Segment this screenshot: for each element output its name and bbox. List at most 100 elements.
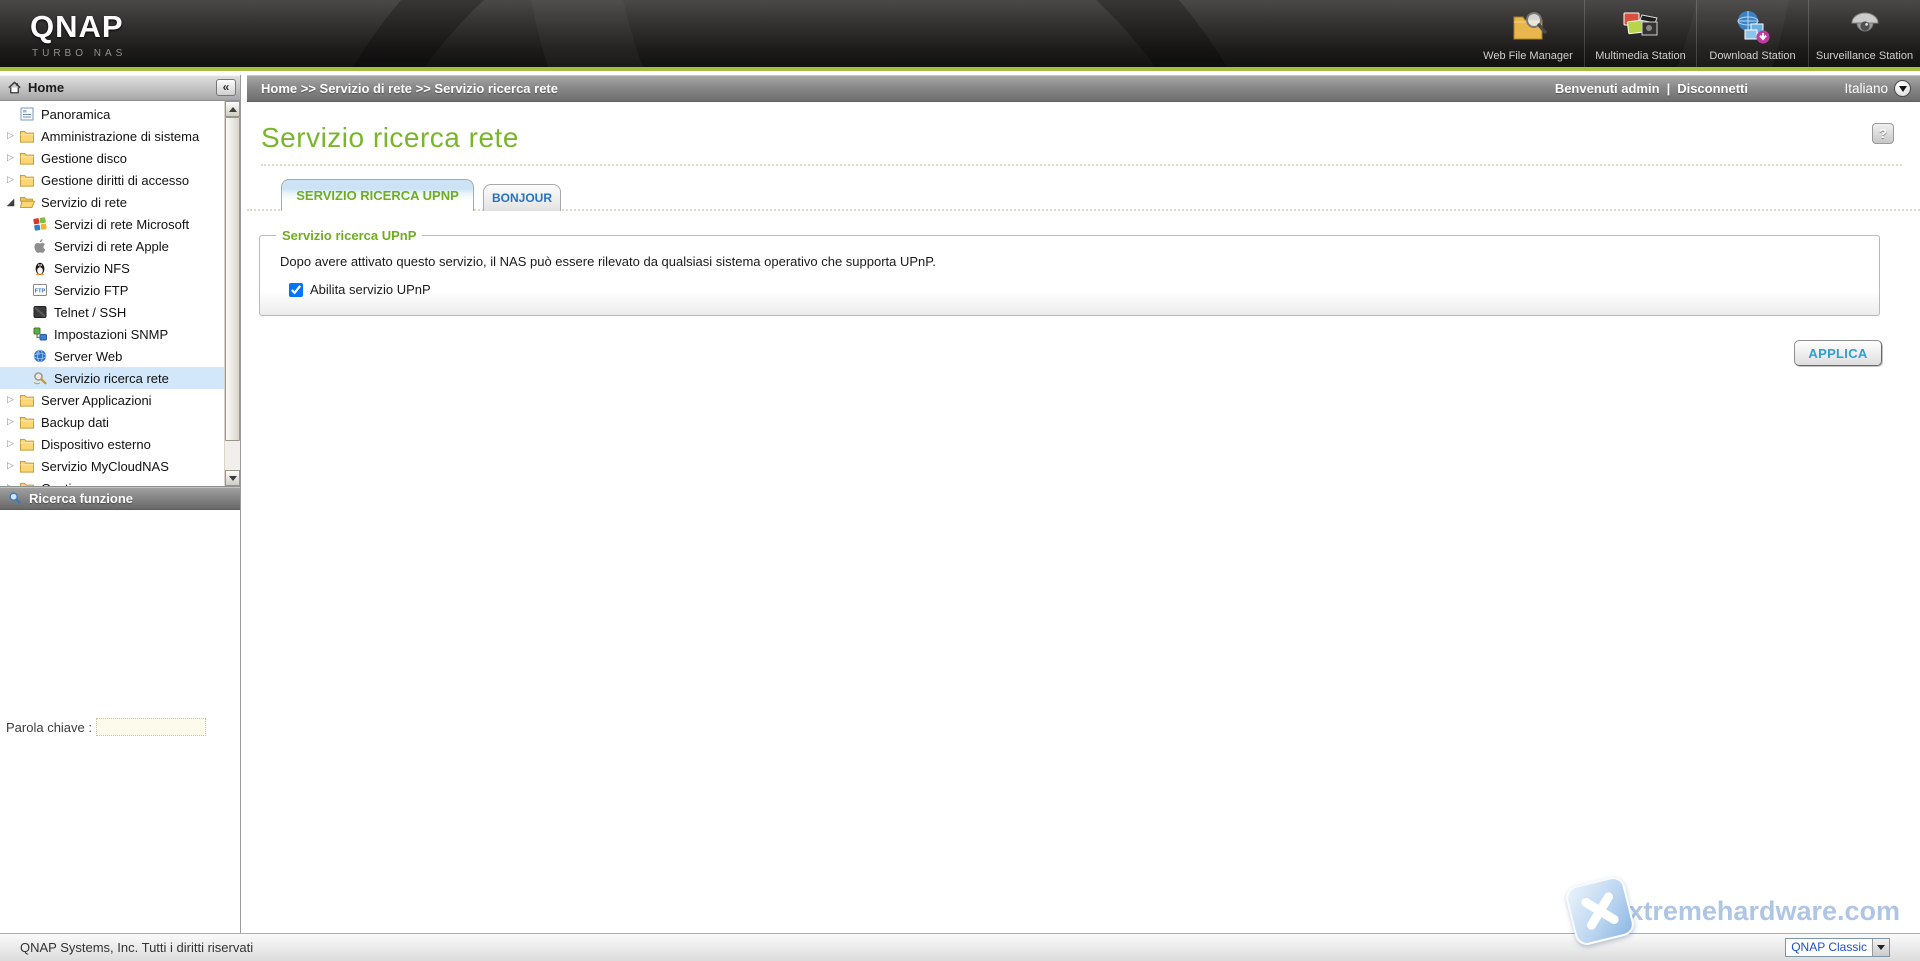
tree-item[interactable]: Panoramica	[0, 103, 224, 125]
welcome-text: Benvenuti admin	[1555, 81, 1660, 96]
keyword-input[interactable]	[96, 718, 206, 736]
apply-row: APPLICA	[247, 340, 1882, 366]
folder-icon	[19, 436, 35, 452]
nav-tree: Panoramica ▷ Amministrazione di sistema …	[0, 103, 224, 486]
tree-item[interactable]: Servizio ricerca rete	[0, 367, 224, 389]
sidebar-header: Home «	[0, 75, 240, 101]
station-download-station[interactable]: Download Station	[1696, 0, 1808, 67]
breadcrumb: Home >> Servizio di rete >> Servizio ric…	[261, 81, 558, 96]
tree-item-label: Gestione disco	[41, 151, 127, 166]
tree-arrow-icon[interactable]: ▷	[4, 483, 17, 486]
tree-item-label: Servizio FTP	[54, 283, 128, 298]
copyright-text: QNAP Systems, Inc. Tutti i diritti riser…	[20, 934, 1920, 961]
tree-item-label: Telnet / SSH	[54, 305, 126, 320]
station-multimedia-station[interactable]: Multimedia Station	[1584, 0, 1696, 67]
apple-icon	[32, 238, 48, 254]
linux-icon	[32, 260, 48, 276]
station-list: Web File Manager Multimedia Station Down…	[1472, 0, 1920, 67]
net-search-icon	[32, 370, 48, 386]
title-divider	[261, 164, 1902, 166]
tree-item-label: Server Web	[54, 349, 122, 364]
function-search-title: Ricerca funzione	[29, 491, 133, 506]
tree-item[interactable]: Telnet / SSH	[0, 301, 224, 323]
tab-servizio-ricerca-upnp[interactable]: SERVIZIO RICERCA UPNP	[281, 179, 474, 211]
tree-item[interactable]: ▷ Gestione diritti di accesso	[0, 169, 224, 191]
tree-item[interactable]: ▷ Dispositivo esterno	[0, 433, 224, 455]
logout-link[interactable]: Disconnetti	[1677, 81, 1748, 96]
scroll-up-button[interactable]	[225, 101, 240, 117]
tree-arrow-icon[interactable]: ◢	[4, 197, 17, 208]
tree-item[interactable]: Impostazioni SNMP	[0, 323, 224, 345]
dropdown-arrow-icon[interactable]	[1872, 939, 1889, 956]
globe-icon	[32, 348, 48, 364]
tab-strip: SERVIZIO RICERCA UPNP BONJOUR	[247, 178, 1920, 211]
tree-item[interactable]: ▷ Servizio MyCloudNAS	[0, 455, 224, 477]
function-search-header: Ricerca funzione	[0, 486, 240, 510]
tree-arrow-icon[interactable]: ▷	[4, 153, 17, 163]
upnp-checkbox[interactable]	[289, 283, 303, 297]
tree-arrow-icon[interactable]: ▷	[4, 395, 17, 405]
tree-item[interactable]: ◢ Servizio di rete	[0, 191, 224, 213]
tree-scrollbar[interactable]	[224, 101, 240, 486]
main-area: Home >> Servizio di rete >> Servizio ric…	[242, 75, 1920, 933]
tree-item[interactable]: ▷ Gestione	[0, 477, 224, 486]
tree-item[interactable]: ▷ Gestione disco	[0, 147, 224, 169]
tree-arrow-icon[interactable]: ▷	[4, 439, 17, 449]
folder-icon	[19, 392, 35, 408]
tab-bonjour[interactable]: BONJOUR	[483, 184, 561, 211]
fieldset-legend: Servizio ricerca UPnP	[276, 228, 422, 243]
tree-item-label: Servizio di rete	[41, 195, 127, 210]
qnap-admin-page: QNAP TURBO NAS Web File Manager Multimed…	[0, 0, 1920, 961]
content-panel: Servizio ricerca rete ? SERVIZIO RICERCA…	[247, 102, 1920, 933]
theme-select[interactable]: QNAP Classic	[1785, 938, 1890, 957]
upnp-checkbox-row: Abilita servizio UPnP	[289, 282, 1879, 297]
search-icon	[8, 491, 22, 505]
tree-item[interactable]: ▷ Backup dati	[0, 411, 224, 433]
overview-icon	[19, 106, 35, 122]
tree-item[interactable]: Servizi di rete Apple	[0, 235, 224, 257]
station-web-file-manager[interactable]: Web File Manager	[1472, 0, 1584, 67]
tree-item-label: Gestione diritti di accesso	[41, 173, 189, 188]
scrollbar-thumb[interactable]	[225, 117, 240, 441]
tree-item[interactable]: ▷ Server Applicazioni	[0, 389, 224, 411]
folder-icon	[19, 414, 35, 430]
tree-item[interactable]: Servizio NFS	[0, 257, 224, 279]
web-file-manager-icon	[1507, 8, 1549, 48]
tree-item[interactable]: Servizi di rete Microsoft	[0, 213, 224, 235]
tree-arrow-icon[interactable]: ▷	[4, 417, 17, 427]
theme-select-value: QNAP Classic	[1786, 939, 1872, 956]
page-title: Servizio ricerca rete	[261, 122, 1920, 154]
upnp-description: Dopo avere attivato questo servizio, il …	[280, 254, 1879, 269]
tree-arrow-icon[interactable]: ▷	[4, 131, 17, 141]
tree-item-label: Server Applicazioni	[41, 393, 152, 408]
function-search-body: Parola chiave :	[0, 510, 240, 933]
tree-arrow-icon[interactable]: ▷	[4, 175, 17, 185]
tree-item[interactable]: Server Web	[0, 345, 224, 367]
station-surveillance-station[interactable]: Surveillance Station	[1808, 0, 1920, 67]
apply-button[interactable]: APPLICA	[1794, 340, 1882, 366]
tree-item[interactable]: ▷ Amministrazione di sistema	[0, 125, 224, 147]
nav-tree-panel: Panoramica ▷ Amministrazione di sistema …	[0, 101, 240, 486]
svg-text:FTP: FTP	[35, 289, 46, 295]
language-selector[interactable]: Italiano	[1844, 75, 1911, 101]
scroll-down-button[interactable]	[225, 470, 240, 486]
help-button[interactable]: ?	[1872, 123, 1894, 144]
tree-item-label: Gestione	[41, 481, 93, 487]
user-separator: |	[1667, 81, 1671, 96]
terminal-icon	[32, 304, 48, 320]
folder-icon	[19, 458, 35, 474]
triangle-up-icon	[229, 103, 237, 112]
ftp-icon: FTP	[32, 282, 48, 298]
chevron-down-icon[interactable]	[1894, 80, 1911, 97]
tree-arrow-icon[interactable]: ▷	[4, 461, 17, 471]
sidebar-collapse-button[interactable]: «	[216, 79, 236, 96]
sidebar-title: Home	[28, 80, 216, 95]
qnap-logo-subtext: TURBO NAS	[32, 48, 126, 59]
language-label: Italiano	[1844, 81, 1888, 96]
tree-item-label: Impostazioni SNMP	[54, 327, 168, 342]
folder-open-icon	[19, 194, 35, 210]
tree-item[interactable]: FTP Servizio FTP	[0, 279, 224, 301]
surveillance-station-icon	[1844, 8, 1886, 48]
sidebar: Home « Panoramica ▷ Amministrazione di s…	[0, 75, 241, 933]
footer: QNAP Systems, Inc. Tutti i diritti riser…	[0, 933, 1920, 961]
